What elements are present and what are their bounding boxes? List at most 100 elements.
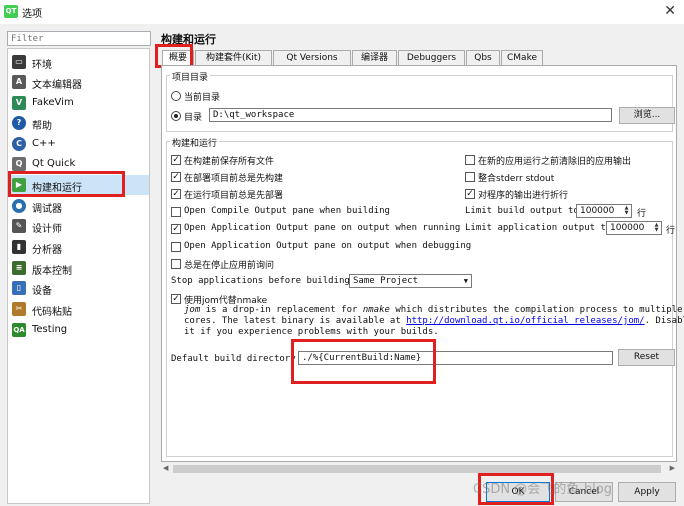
sidebar-item-help[interactable]: ? 帮助 — [8, 113, 149, 133]
merge-stderr-checkbox[interactable] — [465, 172, 475, 182]
sidebar-item-devices[interactable]: ▯ 设备 — [8, 278, 149, 298]
open-app-pane-debugging-label: Open Application Output pane on output w… — [184, 241, 472, 251]
close-icon[interactable]: ✕ — [664, 3, 676, 19]
apply-button[interactable]: Apply — [618, 482, 676, 502]
debugger-icon: ● — [12, 199, 26, 213]
sidebar-item-label: 帮助 — [32, 121, 52, 132]
sidebar-item-label: 环境 — [32, 60, 52, 71]
jom-desc-line-1: jom is a drop-in replacement for nmake w… — [184, 305, 684, 315]
sidebar-item-label: 设计师 — [32, 224, 62, 235]
sidebar-item-analyzer[interactable]: ▮ 分析器 — [8, 237, 149, 257]
limit-build-spinbox[interactable]: 100000 ▲ ▼ — [576, 204, 632, 218]
deploy-before-run-label: 在运行项目前总是先部署 — [184, 191, 284, 201]
sidebar-item-text-editor[interactable]: A 文本编辑器 — [8, 72, 149, 92]
horizontal-scrollbar[interactable]: ◀ ▶ — [161, 463, 677, 475]
sidebar-item-label: Qt Quick — [32, 158, 76, 169]
stop-apps-combobox[interactable]: Same Project ▼ — [349, 274, 472, 288]
clear-old-output-checkbox[interactable] — [465, 155, 475, 165]
sidebar: ▭ 环境 A 文本编辑器 V FakeVim ? 帮助 C C++ Q Qt Q… — [7, 48, 150, 504]
title-bar: QT 选项 ✕ — [0, 0, 684, 24]
tab-debuggers[interactable]: Debuggers — [398, 50, 465, 65]
sidebar-item-label: 代码粘贴 — [32, 307, 72, 318]
current-dir-label: 当前目录 — [184, 93, 221, 103]
testing-icon: QA — [12, 323, 26, 337]
save-before-build-checkbox[interactable]: ✓ — [171, 155, 181, 165]
open-app-pane-running-checkbox[interactable]: ✓ — [171, 224, 181, 234]
help-icon: ? — [12, 116, 26, 130]
sidebar-item-code-paster[interactable]: ✂ 代码粘贴 — [8, 299, 149, 319]
build-run-group-title: 构建和运行 — [170, 136, 220, 149]
sidebar-item-label: Testing — [32, 324, 68, 335]
wrap-output-checkbox[interactable]: ✓ — [465, 189, 475, 199]
monitor-icon: ▭ — [12, 55, 26, 69]
code-paster-icon: ✂ — [12, 302, 26, 316]
wrap-output-label: 对程序的输出进行折行 — [478, 191, 569, 201]
spin-arrows-icon[interactable]: ▲ ▼ — [623, 206, 630, 216]
reset-button[interactable]: Reset — [618, 349, 675, 366]
sidebar-item-label: 文本编辑器 — [32, 80, 82, 91]
open-compile-pane-checkbox[interactable] — [171, 207, 181, 217]
open-app-pane-running-label: Open Application Output pane on output w… — [184, 223, 461, 233]
sidebar-item-testing[interactable]: QA Testing — [8, 320, 149, 340]
scroll-left-icon[interactable]: ◀ — [163, 464, 168, 472]
merge-stderr-label: 整合stderr stdout — [478, 174, 555, 184]
dir-label: 目录 — [184, 113, 203, 123]
limit-build-unit: 行 — [637, 209, 647, 219]
tab-kits[interactable]: 构建套件(Kit) — [195, 50, 272, 65]
spin-arrows-icon[interactable]: ▲ ▼ — [653, 223, 660, 233]
sidebar-item-label: 调试器 — [32, 204, 62, 215]
highlight-sidebar-build-run — [8, 171, 125, 197]
ask-before-stop-label: 总是在停止应用前询问 — [184, 261, 275, 271]
limit-app-label: Limit application output to — [465, 223, 612, 233]
window-title: 选项 — [22, 9, 42, 20]
ask-before-stop-checkbox[interactable] — [171, 259, 181, 269]
limit-app-spinbox[interactable]: 100000 ▲ ▼ — [606, 221, 662, 235]
dir-radio[interactable] — [171, 111, 181, 121]
tab-qbs[interactable]: Qbs — [466, 50, 500, 65]
filter-input[interactable] — [7, 31, 151, 46]
highlight-default-build-dir — [291, 339, 436, 384]
limit-app-value: 100000 — [610, 223, 645, 233]
jom-download-link[interactable]: http://download.qt.io/official_releases/… — [406, 316, 644, 326]
clear-old-output-label: 在新的应用运行之前清除旧的应用输出 — [478, 157, 632, 167]
watermark: CSDN @会飞的鱼-blog — [473, 482, 612, 497]
sidebar-item-label: C++ — [32, 138, 56, 149]
sidebar-item-label: 分析器 — [32, 245, 62, 256]
qt-logo-icon: QT — [4, 5, 18, 18]
save-before-build-label: 在构建前保存所有文件 — [184, 157, 275, 167]
deploy-before-run-checkbox[interactable]: ✓ — [171, 189, 181, 199]
tab-cmake[interactable]: CMake — [501, 50, 543, 65]
jom-checkbox[interactable]: ✓ — [171, 294, 181, 304]
scrollbar-thumb[interactable] — [173, 465, 661, 473]
limit-build-value: 100000 — [580, 206, 615, 216]
scroll-right-icon[interactable]: ▶ — [670, 464, 675, 472]
sidebar-item-debugger[interactable]: ● 调试器 — [8, 196, 149, 216]
designer-icon: ✎ — [12, 219, 26, 233]
sidebar-item-label: FakeVim — [32, 97, 74, 108]
sidebar-item-cpp[interactable]: C C++ — [8, 134, 149, 154]
analyzer-icon: ▮ — [12, 240, 26, 254]
tab-qt-versions[interactable]: Qt Versions — [273, 50, 351, 65]
sidebar-item-environment[interactable]: ▭ 环境 — [8, 52, 149, 72]
limit-build-label: Limit build output to — [465, 206, 579, 216]
project-dir-input[interactable]: D:\qt_workspace — [209, 108, 612, 122]
browse-button[interactable]: 浏览... — [619, 107, 675, 124]
qt-quick-icon: Q — [12, 157, 26, 171]
settings-panel: 项目目录 当前目录 目录 D:\qt_workspace 浏览... 构建和运行… — [161, 65, 684, 462]
fakevim-icon: V — [12, 96, 26, 110]
open-compile-pane-label: Open Compile Output pane when building — [184, 206, 390, 216]
jom-desc-line-3: it if you experience problems with your … — [184, 327, 439, 337]
current-dir-radio[interactable] — [171, 91, 181, 101]
tab-compilers[interactable]: 编译器 — [352, 50, 397, 65]
sidebar-item-label: 版本控制 — [32, 266, 72, 277]
limit-app-unit: 行 — [666, 226, 676, 236]
sidebar-item-fakevim[interactable]: V FakeVim — [8, 93, 149, 113]
devices-icon: ▯ — [12, 281, 26, 295]
sidebar-item-designer[interactable]: ✎ 设计师 — [8, 216, 149, 236]
text-editor-icon: A — [12, 75, 26, 89]
build-before-deploy-label: 在部署项目前总是先构建 — [184, 174, 284, 184]
sidebar-item-label: 设备 — [32, 286, 52, 297]
build-before-deploy-checkbox[interactable]: ✓ — [171, 172, 181, 182]
sidebar-item-version-control[interactable]: ≡ 版本控制 — [8, 258, 149, 278]
open-app-pane-debugging-checkbox[interactable] — [171, 242, 181, 252]
